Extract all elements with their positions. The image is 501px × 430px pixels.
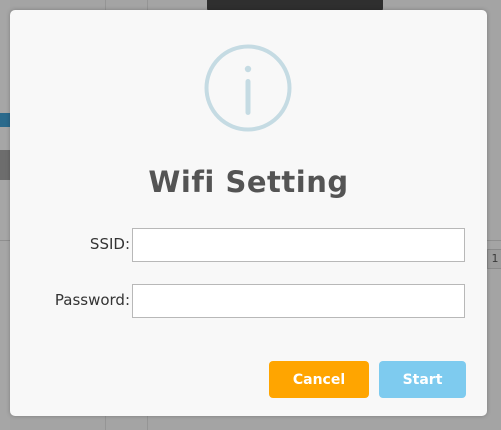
dialog-title: Wifi Setting [148, 165, 349, 199]
background-left-strip [0, 0, 10, 430]
ssid-input[interactable] [132, 228, 465, 262]
background-row-divider [0, 240, 10, 241]
background-page-number: 1 [487, 249, 501, 269]
background-heading-fragment [0, 150, 10, 180]
ssid-label: SSID: [89, 235, 130, 253]
password-input[interactable] [132, 284, 465, 318]
start-button[interactable]: Start [379, 361, 466, 398]
background-row-divider [487, 240, 501, 241]
background-blue-tab [0, 113, 10, 127]
cancel-button[interactable]: Cancel [269, 361, 369, 398]
info-circle-icon [204, 44, 292, 132]
password-label: Password: [54, 291, 130, 309]
wifi-setting-dialog: Wifi Setting SSID: Password: Cancel Star… [10, 10, 487, 416]
